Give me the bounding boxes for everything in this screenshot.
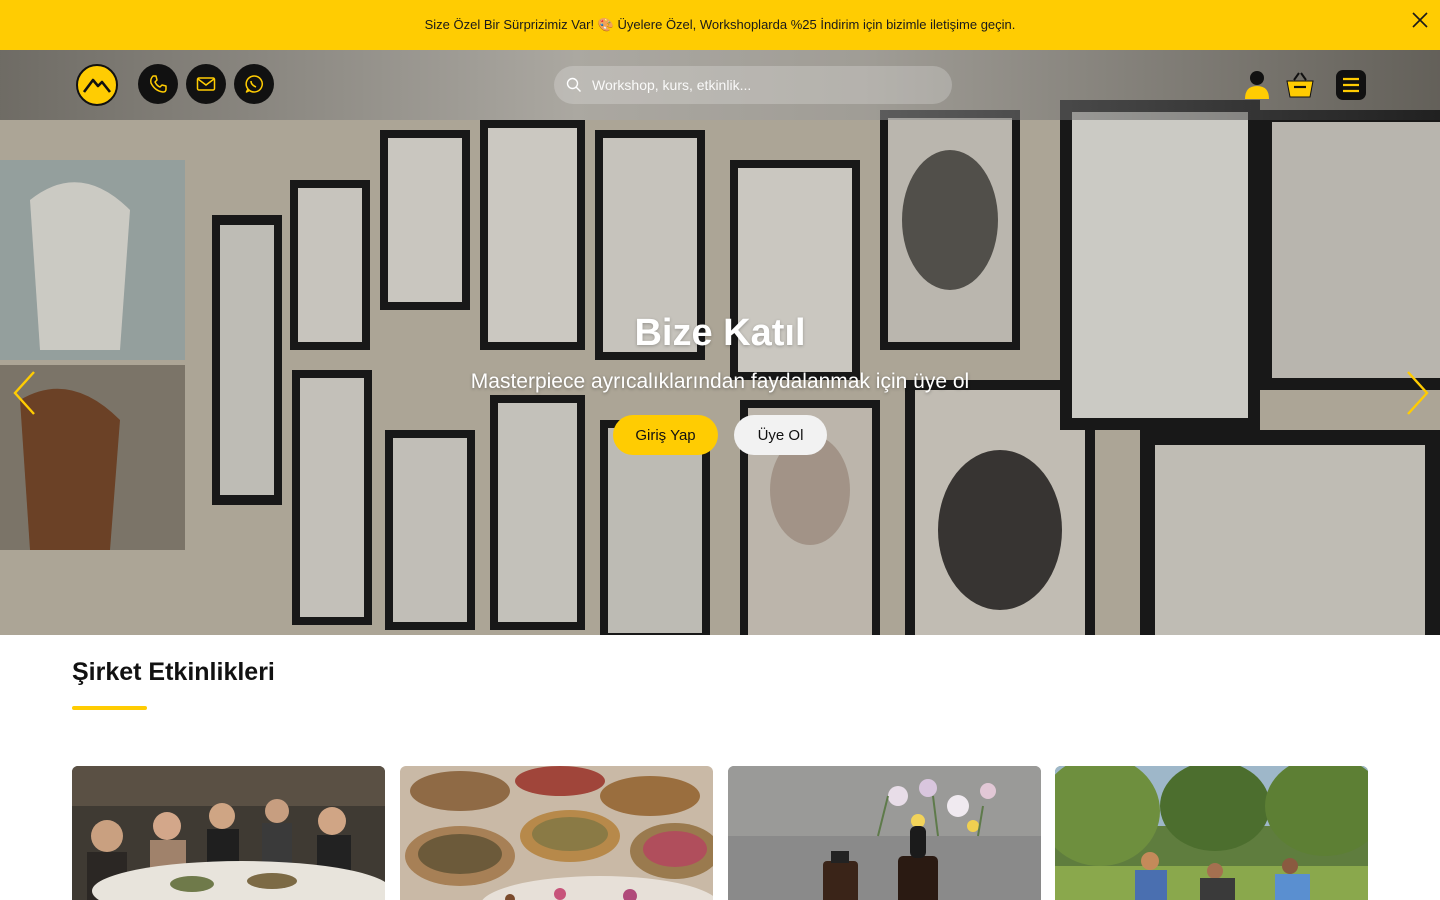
user-icon[interactable] [1240,68,1274,102]
park-yoga-photo [1055,766,1368,900]
flowers-dropper-bottles-photo [728,766,1041,900]
chevron-right-icon[interactable] [1402,368,1432,418]
event-card-4[interactable] [1055,766,1368,900]
section-title: Şirket Etkinlikleri [72,658,275,686]
workshop-group-photo [72,766,385,900]
search-input[interactable] [592,77,932,93]
phone-icon[interactable] [138,64,178,104]
menu-icon[interactable] [1334,68,1368,102]
section-underline [72,706,147,710]
dried-flowers-bowls-photo [400,766,713,900]
search-bar [554,66,952,104]
signup-button[interactable]: Üye Ol [734,415,827,455]
announcement-bar: Size Özel Bir Sürprizimiz Var! 🎨 Üyelere… [0,0,1440,50]
basket-icon[interactable] [1283,68,1317,102]
search-icon[interactable] [566,77,582,93]
hero-banner: Bize Katıl Masterpiece ayrıcalıklarından… [0,50,1440,635]
hero-title: Bize Katıl [634,312,806,354]
announcement-text: Size Özel Bir Sürprizimiz Var! 🎨 Üyelere… [424,17,1016,32]
mountain-logo-icon[interactable] [76,64,118,106]
site-header [0,50,1440,120]
whatsapp-icon[interactable] [234,64,274,104]
login-button[interactable]: Giriş Yap [613,415,718,455]
hero-subtitle: Masterpiece ayrıcalıklarından faydalanma… [470,370,970,393]
event-card-2[interactable] [400,766,713,900]
chevron-left-icon[interactable] [10,368,40,418]
event-card-3[interactable] [728,766,1041,900]
close-icon[interactable] [1410,10,1430,30]
mail-icon[interactable] [186,64,226,104]
event-card-1[interactable] [72,766,385,900]
